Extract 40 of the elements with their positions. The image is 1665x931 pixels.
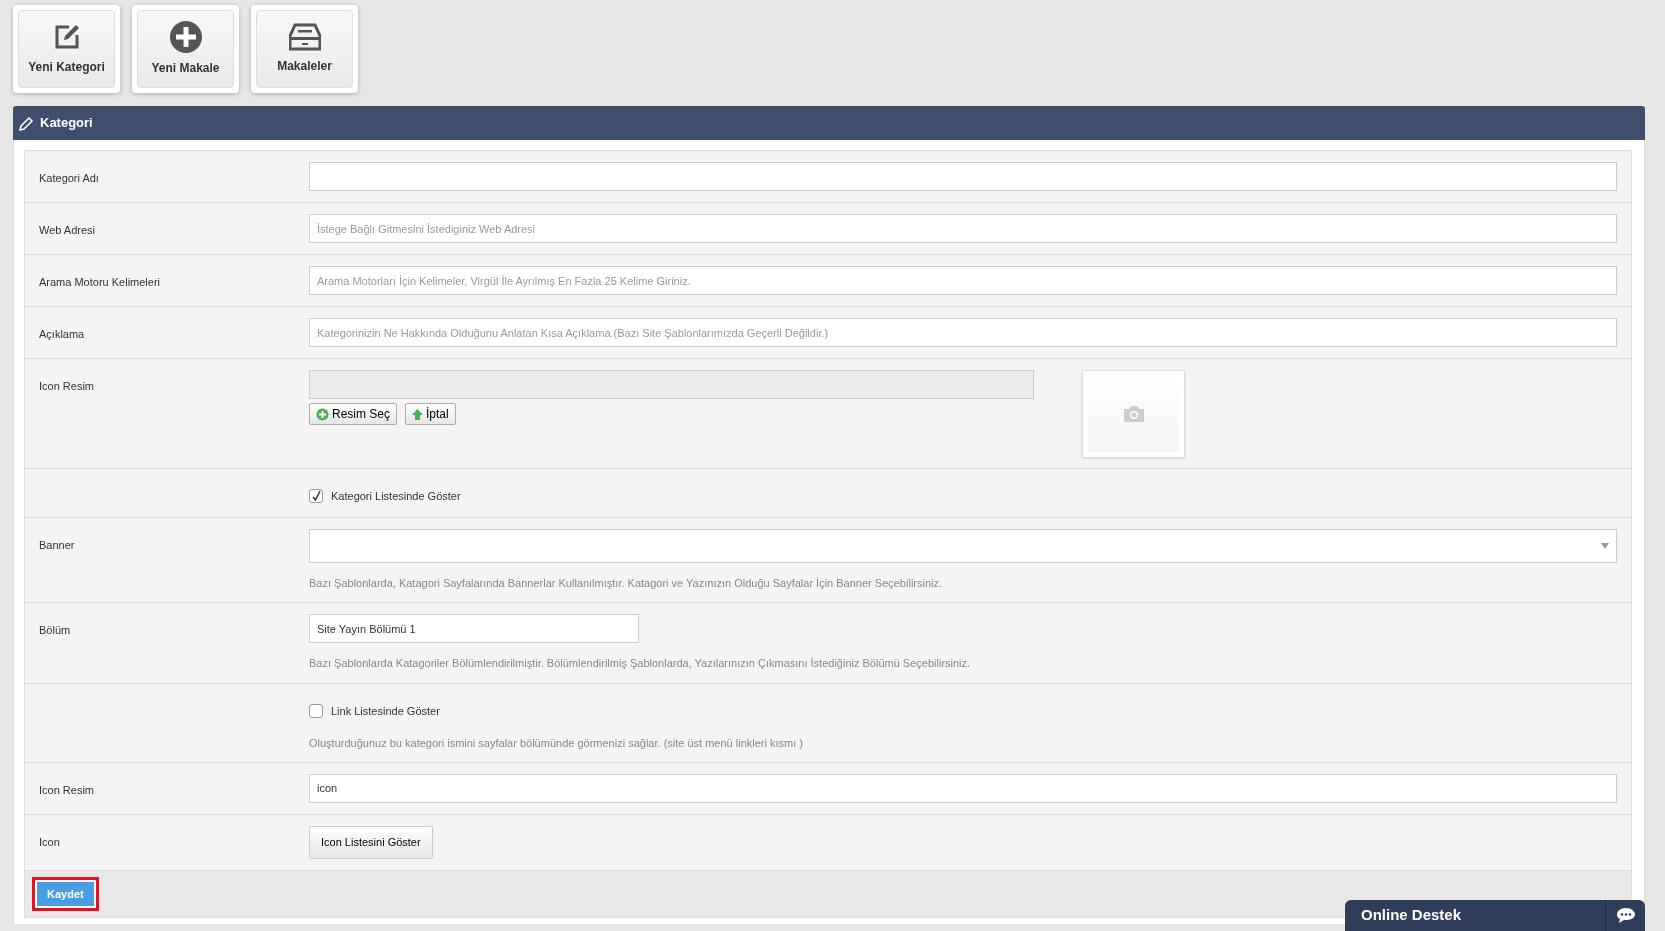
file-path-field[interactable] <box>309 370 1034 399</box>
field-label: Bölüm <box>39 624 71 637</box>
help-text: Bazı Şablonlarda, Katagori Sayfalarında Bannerlar Kullanılmıştır. Katagori ve Yazınızın Olduğu Sayfalar İçin Banner Seçebilirsiniz. <box>309 575 944 591</box>
select-field[interactable]: Site Yayın Bölümü 1 <box>309 614 639 644</box>
panel-title: Kategori <box>40 114 93 133</box>
field-label: Arama Motoru Kelimeleri <box>39 276 161 288</box>
upload-button[interactable]: Resim Seç <box>309 403 397 425</box>
field-label: Icon <box>39 836 60 848</box>
drawer-icon <box>288 23 321 51</box>
plus-circle-icon <box>316 407 329 421</box>
text-field[interactable]: Kategorinizin Ne Hakkında Olduğunu Anlatan Kısa Açıklama.(Bazı Site Şablonlarımızda Geçerli Değildir.) <box>309 318 1617 347</box>
checkbox-label: Kategori Listesinde Göster <box>331 489 461 504</box>
checkbox-label: Link Listesinde Göster <box>331 703 440 719</box>
checkbox[interactable] <box>309 489 323 504</box>
up-arrow-icon <box>412 408 423 420</box>
upload-button[interactable]: İptal <box>405 403 456 425</box>
toolbar-button[interactable]: Makaleler <box>251 5 358 93</box>
select-field[interactable]: icon <box>309 774 1617 803</box>
help-text: Oluşturduğunuz bu kategori ismini sayfalar bölümünde görmenizi sağlar. (site üst menü linkleri kısmı ) <box>309 735 804 751</box>
text-field[interactable] <box>309 162 1617 191</box>
icon-list-button[interactable]: Icon Listesini Göster <box>309 826 433 859</box>
help-text: Bazı Şablonlarda Katagoriler Bölümlendirilmiştir. Bölümlendirilmiş Şablonlarda, Yazılarınızın Çıkmasını İstediğiniz Bölümü Seçebilirsiniz. <box>309 656 972 672</box>
field-label: Icon Resim <box>39 380 95 392</box>
field-label: Icon Resim <box>39 784 95 796</box>
toolbar-button[interactable]: Yeni Makale <box>132 5 239 93</box>
toolbar-button[interactable]: Yeni Kategori <box>13 5 120 93</box>
text-field[interactable]: Arama Motorları İçin Kelimeler, Virgül İle Ayrılmış En Fazla 25 Kelime Giriniz. <box>309 266 1617 295</box>
dropdown-field[interactable] <box>309 528 1617 563</box>
field-label: Web Adresi <box>39 224 96 236</box>
field-label: Açıklama <box>39 328 85 340</box>
field-label: Banner <box>39 538 75 551</box>
camera-icon <box>1123 406 1144 422</box>
plus-circle-icon <box>169 21 202 53</box>
text-field[interactable]: İstege Bağlı Gitmesini İstediginiz Web Adresi <box>309 214 1617 243</box>
checkbox[interactable] <box>309 704 323 718</box>
caret-icon <box>1601 542 1609 549</box>
chat-bar[interactable]: Online Destek <box>1345 900 1645 931</box>
pencil-icon <box>19 115 34 131</box>
field-label: Kategori Adı <box>39 172 99 184</box>
chat-title: Online Destek <box>1360 905 1463 926</box>
